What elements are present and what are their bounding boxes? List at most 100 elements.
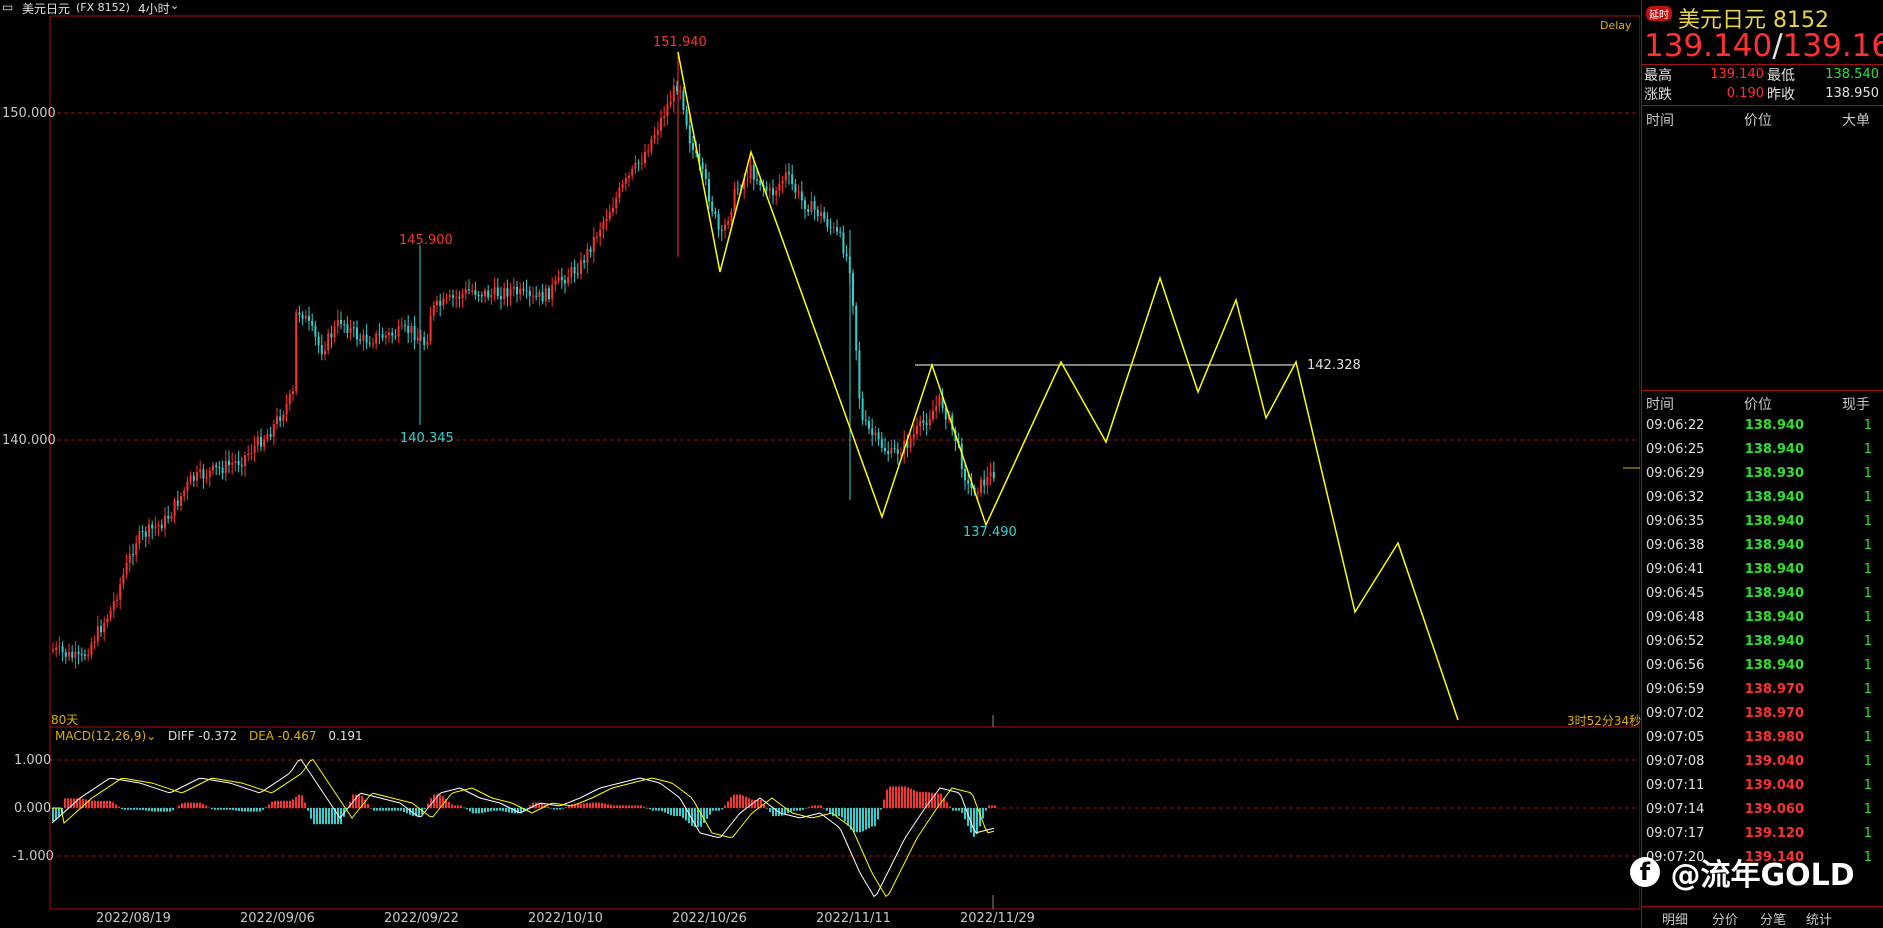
macd-bar (889, 786, 891, 808)
tick-row[interactable]: 09:06:32138.9401 (1642, 486, 1883, 510)
candle-body (346, 324, 348, 332)
candle-body (106, 618, 108, 623)
candle-body (666, 104, 668, 116)
candle-body (257, 437, 259, 446)
macd-bar (487, 808, 489, 812)
macd-bar (172, 808, 174, 810)
tick-row[interactable]: 09:06:59138.9701 (1642, 678, 1883, 702)
big-orders-time-header: 时间 (1646, 110, 1674, 130)
candle-body (634, 163, 636, 169)
candle-body (340, 320, 342, 324)
candle-body (74, 652, 76, 658)
macd-bar (610, 805, 612, 808)
macd-bar (298, 795, 300, 808)
macd-y-tick-neg1: -1.000 (12, 849, 54, 864)
macd-bar (388, 808, 390, 811)
macd-bar (307, 808, 309, 811)
tab-details[interactable]: 明细 (1662, 909, 1688, 928)
range-label: 80天 (51, 711, 78, 728)
macd-bar (709, 808, 711, 815)
candle-body (836, 227, 838, 231)
candle-body (119, 584, 121, 599)
macd-bar (595, 803, 597, 808)
tick-row[interactable]: 09:07:14139.0601 (1642, 798, 1883, 822)
candle-body (407, 326, 409, 333)
macd-histogram (52, 760, 996, 897)
tick-row[interactable]: 09:06:25138.9401 (1642, 438, 1883, 462)
candle-body (298, 312, 300, 315)
macd-bar (961, 808, 963, 813)
tab-price-dist[interactable]: 分价 (1712, 909, 1738, 928)
candle-body (167, 516, 169, 519)
tick-time: 09:06:38 (1646, 538, 1704, 553)
candle-body (580, 260, 582, 273)
tick-row[interactable]: 09:06:48138.9401 (1642, 606, 1883, 630)
candle-body (689, 125, 691, 143)
tab-trades[interactable]: 分笔 (1760, 909, 1786, 928)
candle-body (247, 454, 249, 456)
tick-price: 138.930 (1726, 466, 1804, 481)
macd-bar (649, 808, 651, 809)
macd-bar (715, 808, 717, 811)
candle-body (708, 179, 710, 201)
candle-body (606, 219, 608, 222)
tick-row[interactable]: 09:06:45138.9401 (1642, 582, 1883, 606)
candle-body (663, 116, 665, 118)
candle-body (868, 421, 870, 429)
macd-bar (286, 801, 288, 808)
tick-row[interactable]: 09:07:11139.0401 (1642, 774, 1883, 798)
tick-row[interactable]: 09:06:52138.9401 (1642, 630, 1883, 654)
candle-body (375, 334, 377, 344)
candle-body (222, 468, 224, 473)
macd-bar (865, 808, 867, 830)
tick-row[interactable]: 09:06:38138.9401 (1642, 534, 1883, 558)
tick-row[interactable]: 09:07:05138.9801 (1642, 726, 1883, 750)
macd-bar (841, 808, 843, 817)
tick-row[interactable]: 09:06:22138.9401 (1642, 414, 1883, 438)
candle-body (657, 130, 659, 134)
tick-row[interactable]: 09:07:08139.0401 (1642, 750, 1883, 774)
macd-bar (463, 807, 465, 808)
macd-bar (736, 795, 738, 809)
tick-price: 138.940 (1726, 658, 1804, 673)
macd-bar (565, 807, 567, 808)
macd-bar (187, 803, 189, 808)
tick-row[interactable]: 09:07:17139.1201 (1642, 822, 1883, 846)
candle-body (180, 496, 182, 506)
macd-bar (139, 808, 141, 810)
tick-row[interactable]: 09:06:35138.9401 (1642, 510, 1883, 534)
candle-body (244, 455, 246, 466)
macd-bar (679, 808, 681, 816)
candle-body (570, 267, 572, 277)
tab-stats[interactable]: 统计 (1806, 909, 1832, 928)
macd-bar (91, 801, 93, 808)
macd-bar (454, 805, 456, 808)
candle-body (410, 326, 412, 333)
candle-body (84, 654, 86, 655)
candle-body (343, 324, 345, 325)
macd-bar (136, 808, 138, 810)
bid-price: 139.140 (1644, 28, 1772, 64)
tick-row[interactable]: 09:06:41138.9401 (1642, 558, 1883, 582)
tick-row[interactable]: 09:06:29138.9301 (1642, 462, 1883, 486)
candle-body (423, 337, 425, 345)
candle-body (820, 212, 822, 216)
candle-body (724, 225, 726, 231)
candle-body (241, 465, 243, 466)
tick-volume: 1 (1842, 514, 1872, 529)
candle-body (644, 152, 646, 163)
annotation-low-137: 137.490 (963, 525, 1017, 540)
candle-body (714, 211, 716, 214)
macd-title[interactable]: MACD(12,26,9) (55, 729, 146, 743)
macd-y-tick-0: 0.000 (14, 801, 51, 816)
chevron-down-icon[interactable]: ⌄ (146, 729, 156, 743)
tick-row[interactable]: 09:07:02138.9701 (1642, 702, 1883, 726)
prev-close-value: 138.950 (1817, 86, 1879, 101)
price-separator: / (1772, 28, 1782, 64)
tick-row[interactable]: 09:06:56138.9401 (1642, 654, 1883, 678)
delay-badge: 延时 (1646, 6, 1672, 21)
price-chart (0, 0, 1640, 927)
macd-bar (757, 800, 759, 808)
macd-bar (619, 805, 621, 808)
candle-body (814, 201, 816, 210)
